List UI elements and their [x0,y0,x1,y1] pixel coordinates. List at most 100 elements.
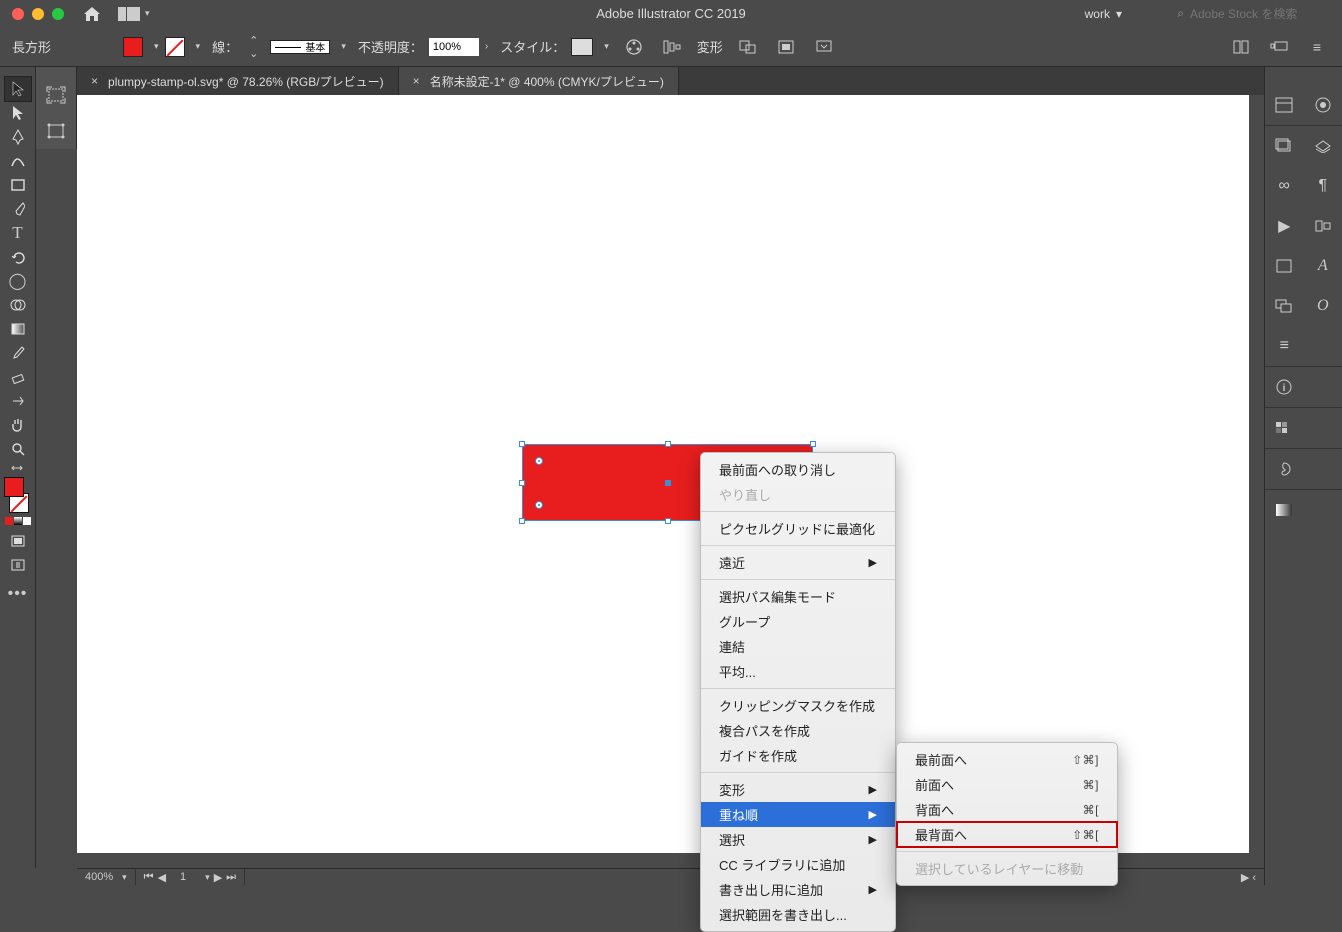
layers-panel-icon[interactable] [1265,126,1304,166]
zoom-tool[interactable] [5,437,31,461]
graphic-style-swatch[interactable] [571,38,593,56]
layout-switcher-icon[interactable] [118,7,140,21]
vertical-scrollbar[interactable] [1249,95,1264,853]
fullscreen-window-button[interactable] [52,8,64,20]
selection-tool[interactable] [5,77,31,101]
artboard-nav[interactable]: ⏮ ◀ 1 ▾ ▶ ⏭ [136,869,245,885]
pathfinder-panel-icon[interactable] [1265,286,1304,326]
color-mode-none[interactable] [23,517,31,525]
chevron-down-icon[interactable]: ▾ [145,8,150,19]
gradient-panel-icon[interactable] [1265,490,1304,530]
rectangle-tool[interactable] [5,173,31,197]
close-window-button[interactable] [12,8,24,20]
swap-fill-stroke-icon[interactable] [5,461,31,475]
close-tab-icon[interactable]: × [413,74,420,88]
direct-selection-tool[interactable] [5,101,31,125]
resize-handle[interactable] [519,518,525,524]
recolor-icon[interactable] [621,34,647,60]
menu-item-export-add[interactable]: 書き出し用に追加▶ [701,877,895,902]
type-tool[interactable]: T [5,221,31,245]
info-panel-icon[interactable]: i [1265,367,1304,407]
menu-item-make-guides[interactable]: ガイドを作成 [701,743,895,768]
dropdown-icon[interactable] [811,34,837,60]
canvas[interactable] [77,95,1249,853]
adobe-stock-search[interactable]: ⌕ [1177,6,1330,21]
ellipse-tool[interactable]: ◯ [5,269,31,293]
isolate-icon[interactable] [773,34,799,60]
stroke-weight-stepper[interactable]: ⌃⌄ [249,34,258,60]
align-icon[interactable] [659,34,685,60]
swatches-panel-icon[interactable] [1265,408,1304,448]
home-icon[interactable] [84,7,100,21]
transparency-panel-icon[interactable]: O [1304,286,1342,326]
gpu-preview-icon[interactable] [1266,34,1292,60]
resize-handle[interactable] [810,441,816,447]
arrange-docs-icon[interactable] [1228,34,1254,60]
menu-item-select[interactable]: 選択▶ [701,827,895,852]
actions-panel-icon[interactable]: ▶ [1265,206,1304,246]
menu-item-transform[interactable]: 変形▶ [701,777,895,802]
scroll-left-icon[interactable]: ▶ ‹ [1233,869,1264,885]
chevron-down-icon[interactable]: ▾ [154,41,159,52]
free-transform-tool[interactable] [43,113,69,149]
links-panel-icon[interactable]: ¶ [1304,166,1342,206]
center-point[interactable] [665,480,671,486]
resize-handle[interactable] [665,518,671,524]
menu-item-bring-to-front[interactable]: 最前面へ⇧⌘] [897,747,1117,772]
menu-item-send-backward[interactable]: 背面へ⌘[ [897,797,1117,822]
menu-item-arrange[interactable]: 重ね順▶ [701,802,895,827]
menu-item-compound-path[interactable]: 複合パスを作成 [701,718,895,743]
color-panel-icon[interactable] [1265,449,1304,489]
fill-color-swatch[interactable] [123,37,143,57]
first-icon[interactable]: ⏮ [144,871,154,884]
minimize-window-button[interactable] [32,8,44,20]
color-mode-solid[interactable] [5,517,13,525]
document-tab[interactable]: × plumpy-stamp-ol.svg* @ 78.26% (RGB/プレビ… [77,67,399,95]
align-panel-icon[interactable] [1304,206,1342,246]
pen-tool[interactable] [5,125,31,149]
menu-item-send-to-back[interactable]: 最背面へ⇧⌘[ [897,822,1117,847]
menu-item-join[interactable]: 連結 [701,634,895,659]
opacity-field[interactable]: 100% [429,38,479,56]
transform-label[interactable]: 変形 [697,37,723,56]
menu-item-export-selection[interactable]: 選択範囲を書き出し... [701,902,895,927]
prev-icon[interactable]: ◀ [158,871,166,884]
menu-item-bring-forward[interactable]: 前面へ⌘] [897,772,1117,797]
artboard-tool[interactable] [43,77,69,113]
asset-export-panel-icon[interactable]: ∞ [1265,166,1304,206]
shape-builder-tool[interactable] [5,293,31,317]
menu-item-isolate[interactable]: 選択パス編集モード [701,584,895,609]
appearance-panel-icon[interactable] [1304,85,1342,125]
last-icon[interactable]: ⏭ [226,871,236,884]
menu-item-perspective[interactable]: 遠近▶ [701,550,895,575]
close-tab-icon[interactable]: × [91,74,98,88]
chevron-down-icon[interactable]: ▾ [196,41,201,52]
anchor-point[interactable] [535,457,543,465]
anchor-point[interactable] [535,501,543,509]
screen-mode-tool[interactable] [5,529,31,553]
menu-item-pixel-grid[interactable]: ピクセルグリッドに最適化 [701,516,895,541]
menu-item-undo[interactable]: 最前面への取り消し [701,457,895,482]
artboards-panel-icon[interactable] [1265,246,1304,286]
workspace-switcher[interactable]: work ▾ [1085,7,1122,21]
document-tab[interactable]: × 名称未設定-1* @ 400% (CMYK/プレビュー) [399,67,679,95]
type-character-icon[interactable]: A [1304,246,1342,286]
resize-handle[interactable] [665,441,671,447]
curvature-tool[interactable] [5,149,31,173]
resize-handle[interactable] [519,480,525,486]
stroke-style-dropdown[interactable]: 基本 [270,40,330,54]
paintbrush-tool[interactable] [5,197,31,221]
shape-mode-icon[interactable] [735,34,761,60]
menu-icon[interactable]: ≡ [1304,34,1330,60]
resize-handle[interactable] [519,441,525,447]
gradient-tool[interactable] [5,317,31,341]
rotate-tool[interactable] [5,245,31,269]
eraser-tool[interactable] [5,365,31,389]
zoom-field[interactable]: 400%▾ [77,869,136,885]
stroke-panel-icon[interactable]: ≡ [1265,326,1304,366]
fill-stroke-indicator[interactable] [4,477,31,513]
edit-toolbar-button[interactable] [5,553,31,577]
menu-item-clipping-mask[interactable]: クリッピングマスクを作成 [701,693,895,718]
fill-indicator[interactable] [4,477,24,497]
menu-item-group[interactable]: グループ [701,609,895,634]
